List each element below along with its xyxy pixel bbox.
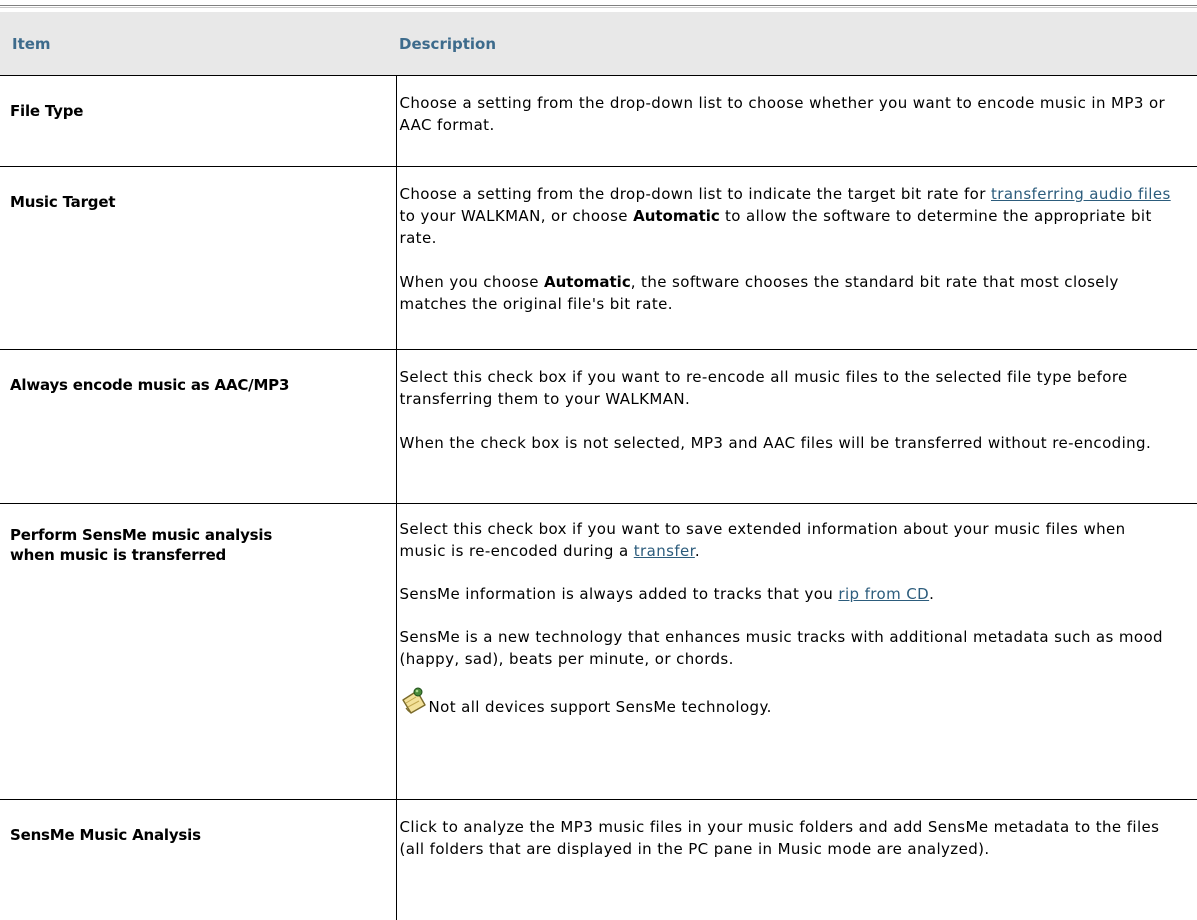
description-text: Click to analyze the MP3 music files in … [399, 818, 1160, 858]
description-text: When you choose Automatic, the software … [399, 273, 1119, 313]
description-text: Select this check box if you want to re-… [399, 368, 1128, 408]
note-icon [401, 687, 426, 714]
table-row: Music Target Choose a setting from the d… [0, 166, 1197, 350]
description-text: SensMe is a new technology that enhances… [399, 628, 1163, 668]
description-text: When the check box is not selected, MP3 … [399, 434, 1152, 452]
rip-from-cd-link[interactable]: rip from CD [838, 585, 929, 603]
table-row: File Type Choose a setting from the drop… [0, 75, 1197, 167]
top-divider [0, 5, 1197, 8]
item-sensme-music-analysis: SensMe Music Analysis [10, 826, 201, 844]
description-music-target: Choose a setting from the drop-down list… [395, 166, 1197, 350]
description-file-type: Choose a setting from the drop-down list… [395, 75, 1197, 167]
column-header-item: Item [0, 12, 396, 76]
settings-table: Item Description File Type Choose a sett… [0, 12, 1197, 920]
description-perform-sensme: Select this check box if you want to sav… [395, 503, 1197, 800]
description-text: Choose a setting from the drop-down list… [399, 94, 1166, 134]
automatic-option-label: Automatic [544, 273, 631, 291]
item-perform-sensme: Perform SensMe music analysis when music… [0, 503, 396, 800]
description-text: Select this check box if you want to sav… [399, 520, 1126, 560]
transfer-link[interactable]: transfer [634, 542, 695, 560]
description-text: Choose a setting from the drop-down list… [399, 185, 1171, 247]
item-music-target: Music Target [0, 166, 396, 350]
automatic-option-label: Automatic [633, 207, 720, 225]
column-header-description: Description [396, 12, 1197, 76]
table-row: Perform SensMe music analysis when music… [0, 503, 1197, 800]
note: Not all devices support SensMe technolog… [400, 670, 1178, 731]
description-text: SensMe information is always added to tr… [399, 585, 935, 603]
table-row: SensMe Music Analysis Click to analyze t… [0, 799, 1197, 920]
item-file-type: File Type [0, 75, 396, 167]
table-row: Always encode music as AAC/MP3 Select th… [0, 349, 1197, 504]
description-always-encode: Select this check box if you want to re-… [395, 349, 1197, 504]
table-header-row: Item Description [0, 12, 1197, 76]
transferring-audio-files-link[interactable]: transferring audio files [991, 185, 1171, 203]
description-sensme-music-analysis: Click to analyze the MP3 music files in … [395, 799, 1197, 920]
item-always-encode: Always encode music as AAC/MP3 [0, 349, 396, 504]
